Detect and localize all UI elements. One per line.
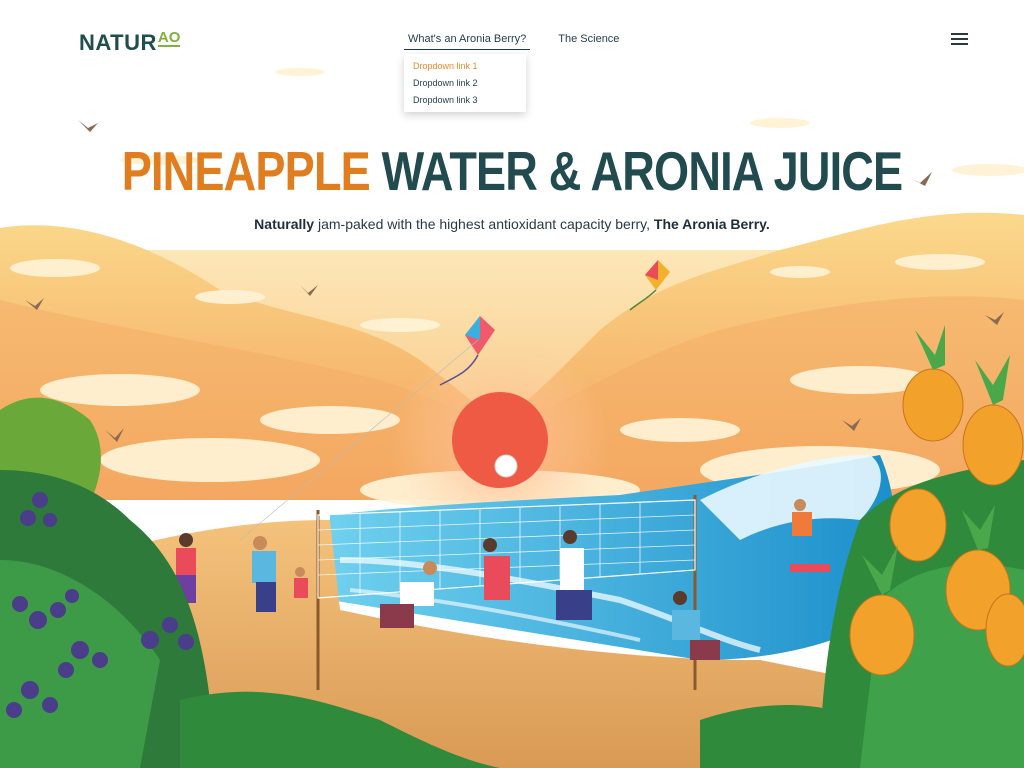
hamburger-line (951, 43, 968, 45)
hamburger-line (951, 33, 968, 35)
dropdown-item-3[interactable]: Dropdown link 3 (404, 92, 526, 109)
nav-dropdown-menu: Dropdown link 1 Dropdown link 2 Dropdown… (404, 54, 526, 112)
hero-title-part2: WATER & ARONIA JUICE (381, 140, 903, 202)
subtitle-middle: jam-paked with the highest antioxidant c… (314, 216, 654, 232)
logo[interactable]: NATUR AO (79, 26, 181, 55)
dropdown-item-1[interactable]: Dropdown link 1 (404, 58, 526, 75)
volleyball (494, 454, 518, 478)
hero-title: PINEAPPLE WATER & ARONIA JUICE (92, 138, 932, 204)
beach-illustration (0, 68, 1024, 768)
nav-item-aronia-berry[interactable]: What's an Aronia Berry? (404, 33, 531, 50)
hamburger-menu-icon[interactable] (951, 32, 969, 46)
subtitle-bold-naturally: Naturally (254, 216, 315, 232)
main-nav: What's an Aronia Berry? The Science (404, 33, 619, 50)
logo-accent-text: AO (157, 29, 181, 47)
hero-subtitle: Naturally jam-paked with the highest ant… (0, 216, 1024, 232)
hamburger-line (951, 38, 968, 40)
dropdown-item-2[interactable]: Dropdown link 2 (404, 75, 526, 92)
nav-item-science[interactable]: The Science (558, 33, 619, 50)
subtitle-bold-aronia: The Aronia Berry. (653, 216, 770, 232)
hero-title-part1: PINEAPPLE (121, 140, 371, 202)
logo-main-text: NATUR (79, 30, 157, 55)
site-header: NATUR AO What's an Aronia Berry? The Sci… (0, 0, 1024, 112)
